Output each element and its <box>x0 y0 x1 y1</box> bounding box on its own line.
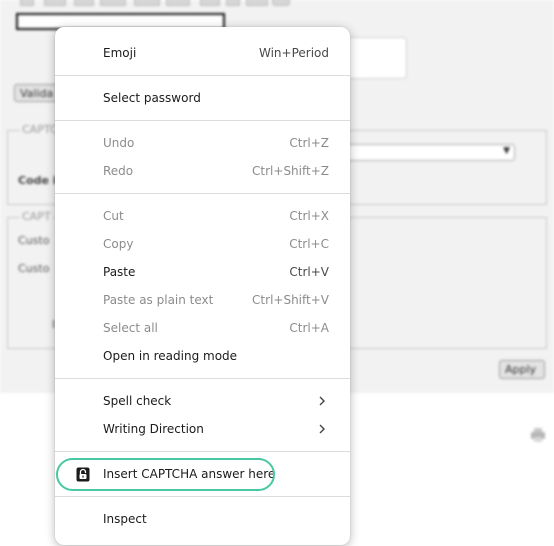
menu-item-shortcut: Ctrl+Z <box>289 136 329 150</box>
menu-item-shortcut: Ctrl+Shift+Z <box>252 164 329 178</box>
menu-item-label: Paste as plain text <box>103 293 214 307</box>
captcha-select[interactable]: ▼ <box>340 144 515 161</box>
toolbar-button[interactable] <box>44 0 66 6</box>
menu-item-copy[interactable]: Copy Ctrl+C <box>55 232 350 258</box>
menu-item-label: Writing Direction <box>103 422 204 436</box>
toolbar-button[interactable] <box>166 0 190 6</box>
menu-item-cut[interactable]: Cut Ctrl+X <box>55 204 350 230</box>
menu-item-shortcut: Win+Period <box>258 46 329 60</box>
menu-separator <box>55 496 350 497</box>
apply-button-label: Apply <box>505 363 537 376</box>
menu-item-inspect[interactable]: Inspect <box>55 507 350 533</box>
menu-item-writing-direction[interactable]: Writing Direction <box>55 417 350 443</box>
menu-separator <box>55 193 350 194</box>
menu-item-select-all[interactable]: Select all Ctrl+A <box>55 316 350 342</box>
menu-item-shortcut: Ctrl+Shift+V <box>252 293 329 307</box>
toolbar-button[interactable] <box>246 0 268 6</box>
menu-item-label: Select password <box>103 91 201 105</box>
toolbar-button[interactable] <box>200 0 220 6</box>
validate-button-label: Valida <box>20 87 54 100</box>
menu-item-insert-captcha[interactable]: Insert CAPTCHA answer here <box>55 462 350 488</box>
custom-label: Custo <box>18 262 50 275</box>
toolbar-button[interactable] <box>100 0 126 6</box>
menu-item-label: Spell check <box>103 394 172 408</box>
menu-item-shortcut: Ctrl+X <box>289 209 329 223</box>
menu-item-paste-plain-text[interactable]: Paste as plain text Ctrl+Shift+V <box>55 288 350 314</box>
menu-item-redo[interactable]: Redo Ctrl+Shift+Z <box>55 159 350 185</box>
toolbar-button[interactable] <box>226 0 240 6</box>
menu-item-shortcut: Ctrl+C <box>289 237 329 251</box>
menu-item-reading-mode[interactable]: Open in reading mode <box>55 344 350 370</box>
custom-legend: CAPT <box>20 210 53 223</box>
menu-item-undo[interactable]: Undo Ctrl+Z <box>55 131 350 157</box>
menu-item-label: Cut <box>103 209 124 223</box>
apply-button[interactable]: Apply <box>499 360 545 379</box>
menu-item-spell-check[interactable]: Spell check <box>55 389 350 415</box>
menu-item-label: Redo <box>103 164 134 178</box>
toolbar-button[interactable] <box>272 0 290 6</box>
menu-separator <box>55 451 350 452</box>
toolbar-button[interactable] <box>20 0 34 6</box>
menu-separator <box>55 120 350 121</box>
toolbar-button[interactable] <box>134 0 160 6</box>
chevron-right-icon <box>319 424 325 434</box>
menu-item-select-password[interactable]: Select password <box>55 86 350 112</box>
menu-separator <box>55 378 350 379</box>
menu-item-label: Emoji <box>103 46 137 60</box>
menu-item-label: Paste <box>103 265 136 279</box>
menu-item-shortcut: Ctrl+V <box>289 265 329 279</box>
custom-label: Custo <box>18 234 50 247</box>
menu-item-label: Inspect <box>103 512 147 526</box>
menu-item-label: Open in reading mode <box>103 349 238 363</box>
captcha-legend: CAPTC <box>20 123 60 136</box>
code-label: Code i <box>18 174 57 187</box>
chevron-down-icon: ▼ <box>503 146 510 156</box>
menu-item-shortcut: Ctrl+A <box>289 321 329 335</box>
lock-icon <box>76 467 90 482</box>
menu-item-emoji[interactable]: Emoji Win+Period <box>55 41 350 67</box>
chevron-right-icon <box>319 396 325 406</box>
menu-item-label: Copy <box>103 237 134 251</box>
menu-item-label: Undo <box>103 136 135 150</box>
menu-item-label: Select all <box>103 321 158 335</box>
context-menu: Emoji Win+Period Select password Undo Ct… <box>55 27 350 545</box>
printer-icon[interactable] <box>530 428 546 442</box>
menu-separator <box>55 75 350 76</box>
toolbar-button[interactable] <box>74 0 94 6</box>
menu-item-paste[interactable]: Paste Ctrl+V <box>55 260 350 286</box>
menu-item-label: Insert CAPTCHA answer here <box>103 467 276 481</box>
